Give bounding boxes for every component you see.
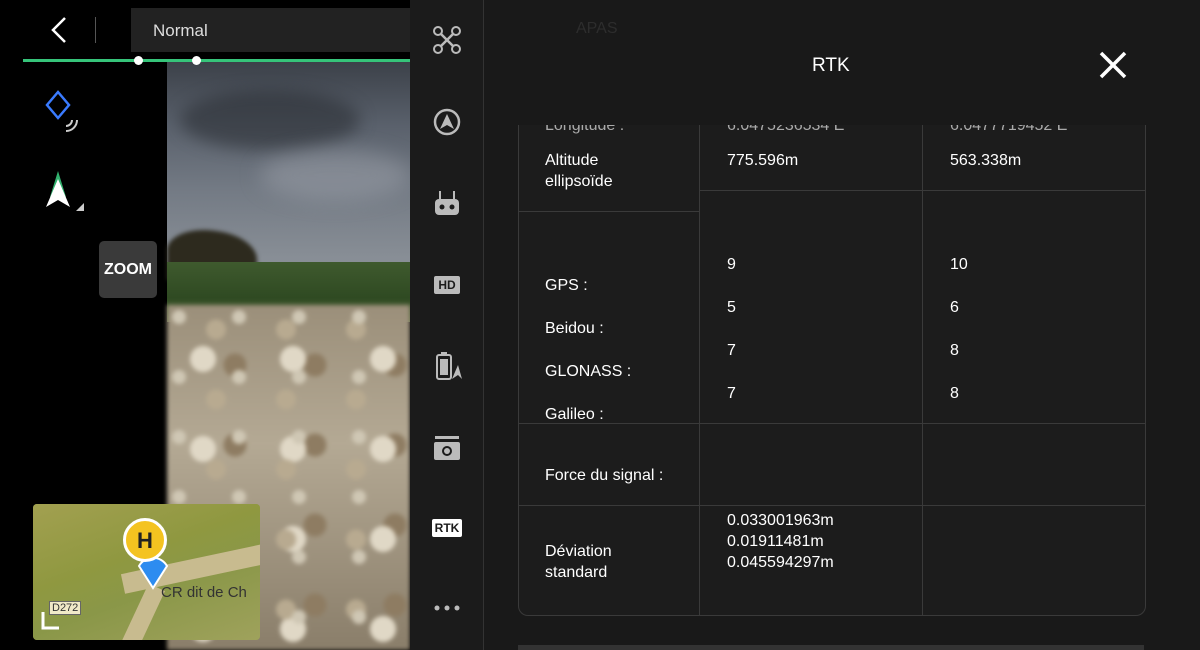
beidou-value-1: 5	[727, 299, 736, 316]
expand-map-icon[interactable]	[41, 610, 61, 630]
column-divider	[699, 125, 700, 615]
cloud	[260, 150, 410, 200]
more-icon	[434, 605, 460, 611]
gps-label: GPS :	[545, 277, 588, 294]
flight-mode-selector[interactable]: Normal	[131, 8, 410, 52]
longitude-value-2: 6.0477719452 E	[950, 125, 1068, 134]
scroll-indicator[interactable]	[518, 645, 1144, 650]
beidou-label: Beidou :	[545, 320, 604, 337]
longitude-value-1: 6.0475236534 E	[727, 125, 845, 134]
sidebar-item-apas[interactable]	[429, 104, 465, 140]
galileo-value-2: 8	[950, 385, 959, 402]
deviation-value: 0.045594297m	[727, 554, 834, 571]
sidebar-item-hd[interactable]: HD	[429, 267, 465, 303]
progress-dot	[192, 56, 201, 65]
sidebar-item-remote-controller[interactable]	[429, 186, 465, 222]
background-app-title: APAS	[576, 20, 618, 37]
battery-icon	[436, 352, 462, 380]
altitude-value-2: 563.338m	[950, 152, 1022, 169]
apas-icon	[433, 108, 461, 136]
vision-sensor-icon[interactable]	[44, 90, 90, 136]
row-divider	[519, 211, 699, 212]
deviation-value: 0.01911481m	[727, 533, 824, 550]
drone-icon	[433, 26, 461, 54]
deviation-value: 0.033001963m	[727, 512, 834, 529]
glonass-value-1: 7	[727, 342, 736, 359]
close-icon	[1099, 51, 1127, 79]
home-point-marker: H	[123, 518, 167, 562]
remote-controller-icon	[435, 191, 459, 215]
divider	[95, 17, 96, 43]
altitude-label: Altitude ellipsoïde	[545, 152, 613, 190]
chevron-left-icon	[51, 17, 66, 43]
glonass-label: GLONASS :	[545, 363, 632, 380]
close-button[interactable]	[1098, 50, 1128, 80]
sidebar-item-camera[interactable]	[429, 430, 465, 466]
altitude-value-1: 775.596m	[727, 152, 799, 169]
signal-strength-label: Force du signal :	[545, 467, 664, 484]
deviation-values: 0.033001963m 0.01911481m 0.045594297m	[727, 510, 834, 573]
sidebar-item-battery[interactable]	[429, 348, 465, 384]
sidebar-item-aircraft[interactable]	[429, 22, 465, 58]
rtk-data-table: Longitude : 6.0475236534 E 6.0477719452 …	[518, 125, 1146, 616]
row-divider	[519, 505, 1145, 506]
longitude-label: Longitude :	[545, 125, 625, 134]
galileo-label: Galileo :	[545, 406, 604, 423]
galileo-value-1: 7	[727, 385, 736, 402]
row-divider	[519, 423, 1145, 424]
rtk-icon: RTK	[431, 519, 463, 537]
camera-icon	[434, 436, 460, 460]
sidebar-item-more[interactable]	[429, 590, 465, 626]
map-road-label: CR dit de Ch	[161, 584, 247, 601]
glonass-value-2: 8	[950, 342, 959, 359]
top-bar: Normal	[0, 0, 410, 65]
column-divider	[922, 125, 923, 615]
cloud	[180, 90, 360, 150]
zoom-button[interactable]: ZOOM	[99, 241, 157, 298]
gps-aircraft-icon[interactable]	[42, 167, 88, 213]
panel-title: RTK	[812, 55, 850, 76]
deviation-label: Déviation standard	[545, 543, 612, 581]
minimap[interactable]: CR dit de Ch D272 H	[33, 504, 260, 640]
sidebar-item-rtk[interactable]: RTK	[429, 510, 465, 546]
flight-mode-label: Normal	[153, 21, 208, 40]
gps-value-1: 9	[727, 256, 736, 273]
hd-icon: HD	[434, 276, 460, 294]
settings-sidebar: HD RTK	[410, 0, 484, 650]
beidou-value-2: 6	[950, 299, 959, 316]
row-divider	[699, 190, 1145, 191]
gps-value-2: 10	[950, 256, 968, 273]
back-button[interactable]	[45, 14, 75, 46]
